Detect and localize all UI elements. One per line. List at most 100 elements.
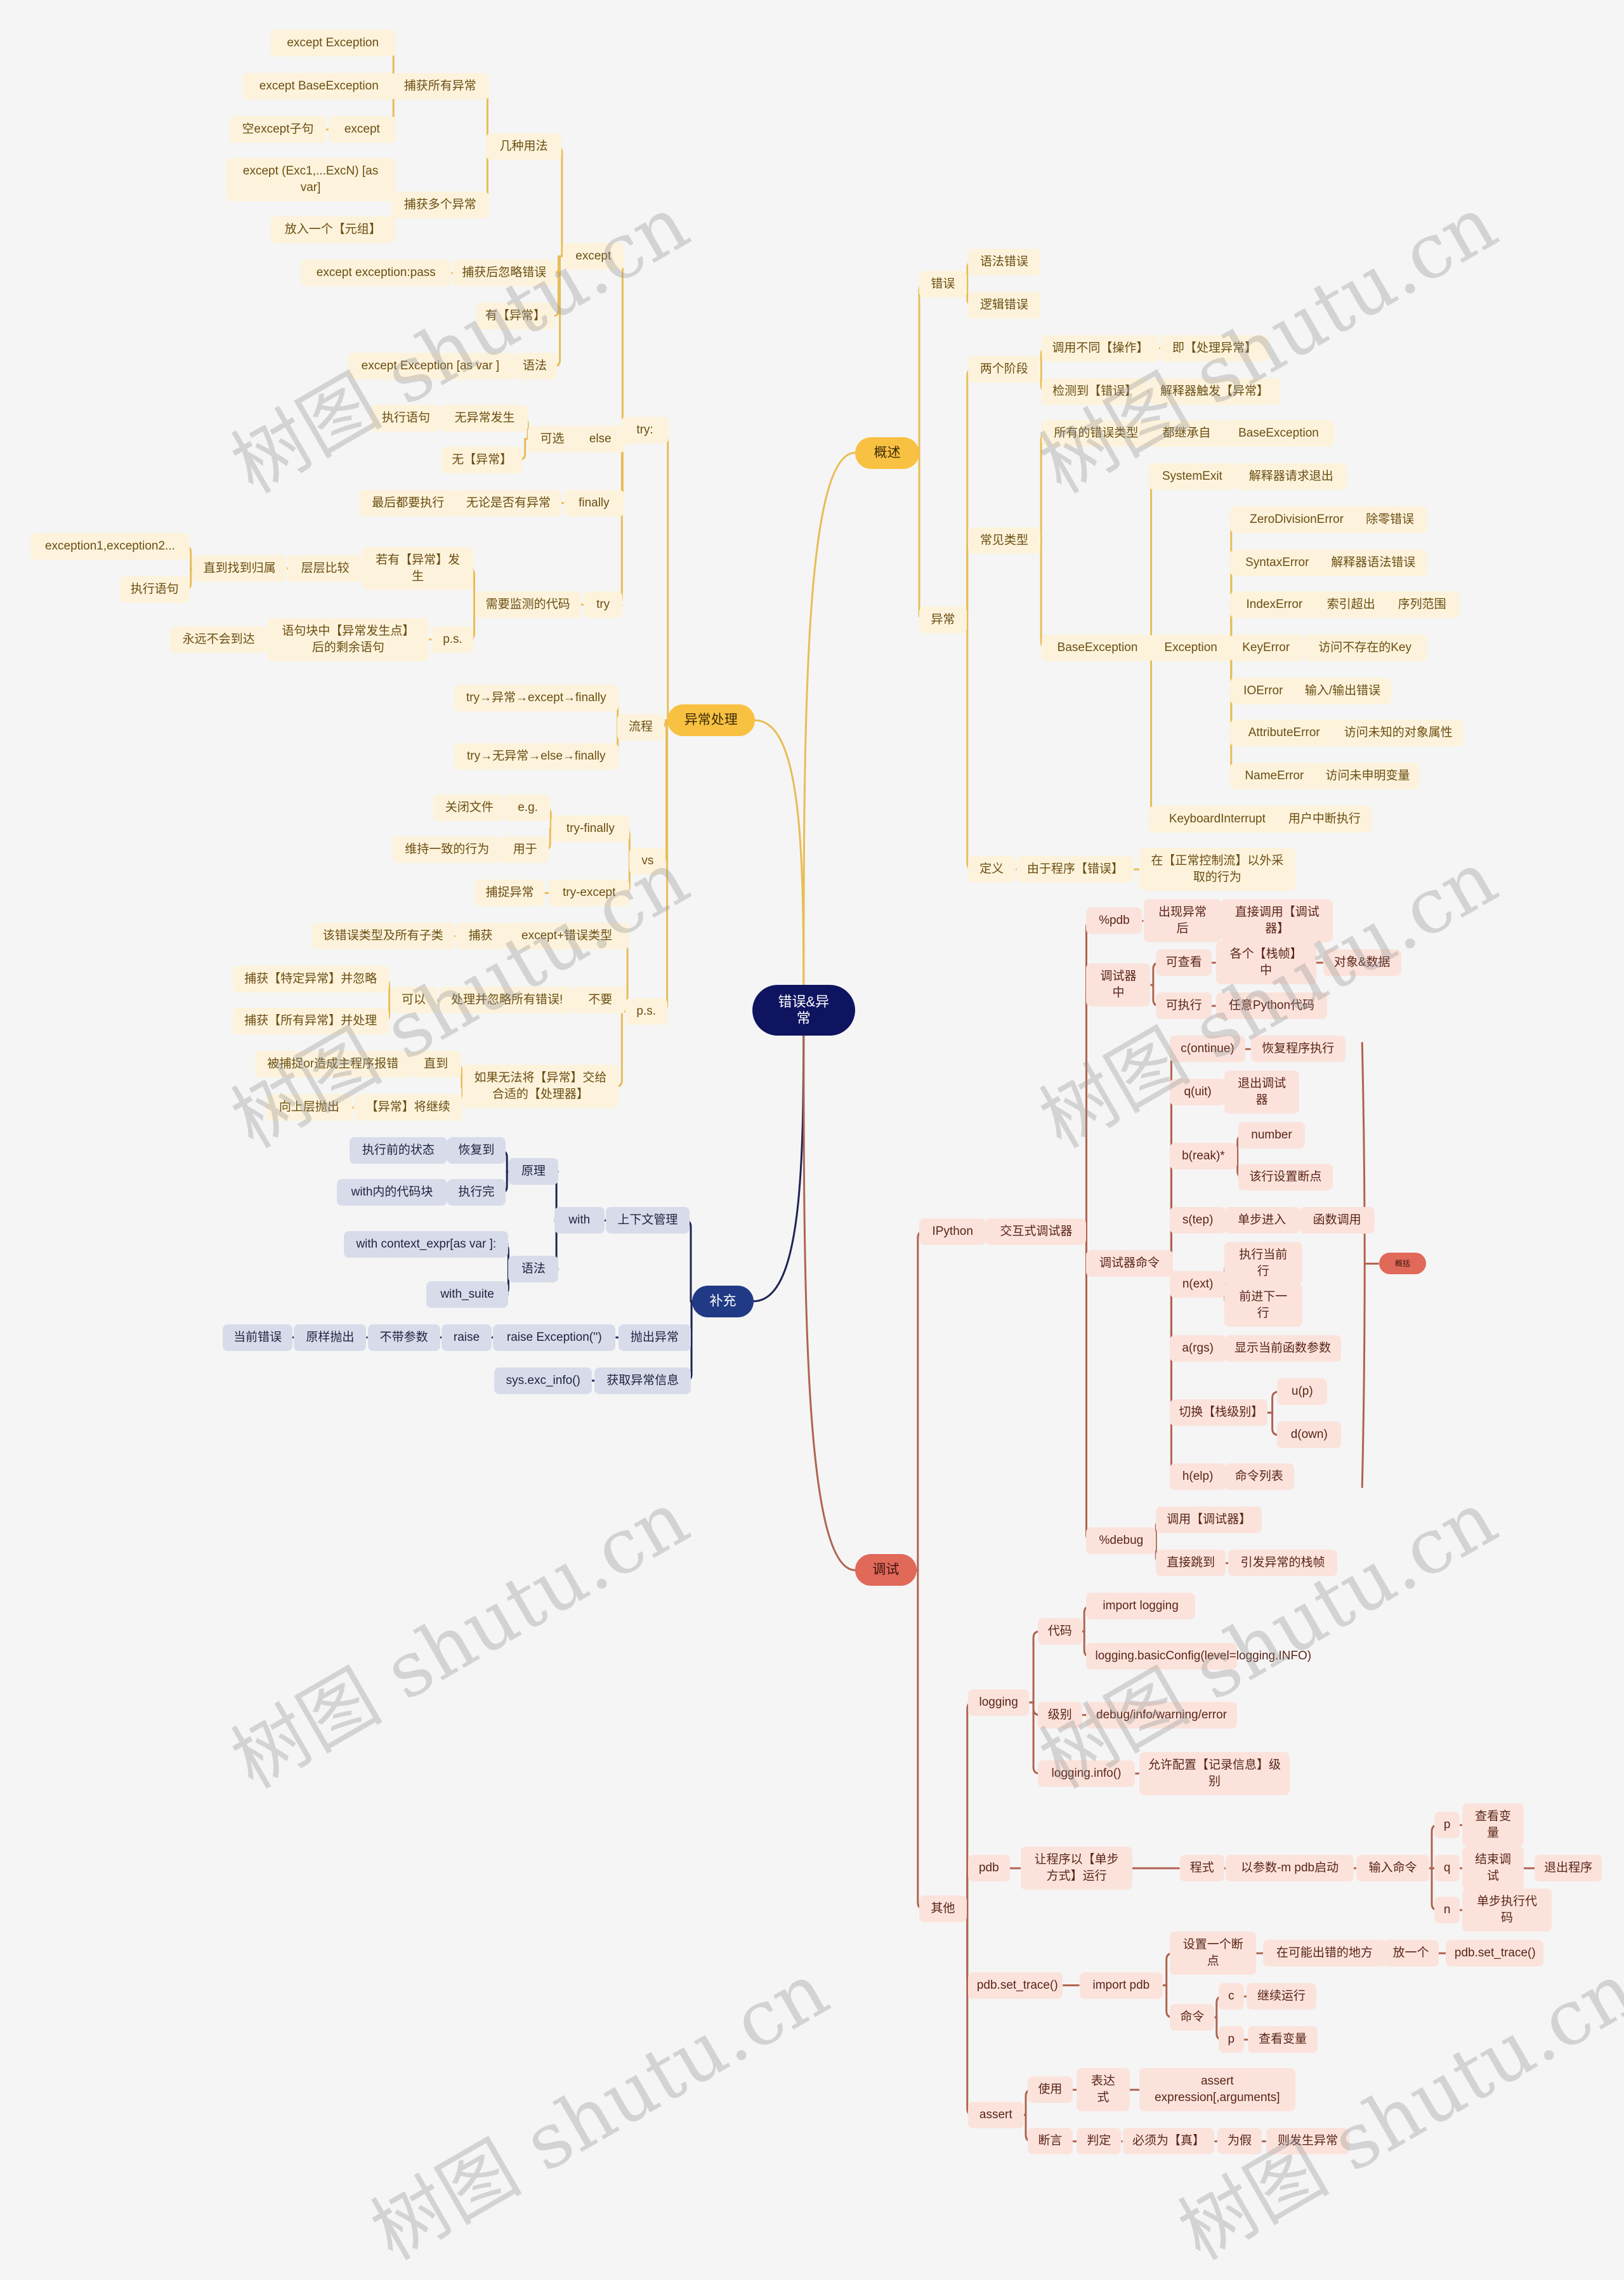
topic-node[interactable]: 引发异常的栈帧 (1228, 1550, 1337, 1577)
topic-node[interactable]: n (1434, 1897, 1460, 1924)
topic-node[interactable]: 除零错误 (1352, 506, 1428, 533)
topic-node[interactable]: 输入/输出错误 (1293, 677, 1392, 704)
topic-node[interactable]: 命令 (1170, 2004, 1215, 2031)
topic-node[interactable]: 调用不同【操作】 (1042, 334, 1159, 362)
topic-node[interactable]: n(ext) (1170, 1271, 1226, 1298)
branch-topic-sup[interactable]: 补充 (692, 1285, 754, 1317)
topic-node[interactable]: 捕获【所有异常】并处理 (232, 1008, 389, 1035)
topic-node[interactable]: except BaseException (242, 73, 396, 100)
topic-node[interactable]: 语法 (512, 353, 558, 380)
topic-node[interactable]: 索引超出 (1313, 591, 1389, 618)
topic-node[interactable]: p (1434, 1812, 1460, 1839)
topic-node[interactable]: sys.exc_info() (494, 1367, 593, 1394)
topic-node[interactable]: 获取异常信息 (594, 1367, 691, 1394)
topic-node[interactable]: 错误 (919, 270, 967, 298)
topic-node[interactable]: 捕获多个异常 (391, 191, 489, 218)
topic-node[interactable]: 为假 (1217, 2128, 1262, 2155)
topic-node[interactable]: %pdb (1086, 907, 1143, 935)
topic-node[interactable]: logging (967, 1689, 1030, 1716)
topic-node[interactable]: 级别 (1037, 1701, 1082, 1729)
topic-node[interactable]: 由于程序【错误】 (1016, 855, 1134, 883)
topic-node[interactable]: a(rgs) (1170, 1335, 1226, 1362)
topic-node[interactable]: raise (441, 1324, 492, 1351)
topic-node[interactable]: except+错误类型 (504, 923, 630, 950)
topic-node[interactable]: 函数调用 (1299, 1207, 1375, 1234)
topic-node[interactable]: except (Exc1,...ExcN) [as var] (225, 158, 396, 202)
topic-node[interactable]: debug/info/warning/error (1086, 1701, 1237, 1729)
topic-node[interactable]: e.g. (505, 794, 551, 822)
topic-node[interactable]: 断言 (1028, 2128, 1073, 2155)
topic-node[interactable]: pdb.set_trace() (1445, 1940, 1543, 1967)
topic-node[interactable]: try (583, 591, 623, 618)
topic-node[interactable]: 最后都要执行 (359, 489, 457, 517)
topic-node[interactable]: 显示当前函数参数 (1224, 1335, 1342, 1362)
topic-node[interactable]: 程式 (1179, 1855, 1224, 1882)
topic-node[interactable]: 需要监测的代码 (475, 591, 581, 618)
topic-node[interactable]: 查看变量 (1462, 1803, 1524, 1847)
topic-node[interactable]: 可选 (528, 425, 577, 452)
topic-node[interactable]: 向上层抛出 (266, 1094, 353, 1121)
topic-node[interactable]: 可以 (390, 987, 438, 1014)
topic-node[interactable]: 直接调用【调试器】 (1221, 899, 1333, 943)
topic-node[interactable]: IOError (1229, 677, 1297, 704)
topic-node[interactable]: 层层比较 (288, 555, 362, 582)
topic-node[interactable]: with (554, 1207, 605, 1234)
topic-node[interactable]: 有【异常】 (476, 303, 554, 330)
topic-node[interactable]: 单步进入 (1224, 1207, 1300, 1234)
topic-node[interactable]: 解释器请求退出 (1235, 463, 1347, 490)
topic-node[interactable]: 恢复程序执行 (1250, 1036, 1346, 1063)
topic-node[interactable]: 让程序以【单步方式】运行 (1021, 1847, 1132, 1890)
topic-node[interactable]: 定义 (967, 855, 1016, 883)
topic-node[interactable]: s(tep) (1170, 1207, 1226, 1234)
topic-node[interactable]: import logging (1086, 1593, 1195, 1620)
topic-node[interactable]: except Exception [as var ] (348, 353, 513, 380)
topic-node[interactable]: 交互式调试器 (986, 1218, 1087, 1245)
root-topic[interactable]: 错误&异常 (752, 984, 856, 1036)
topic-node[interactable]: try→无异常→else→finally (454, 743, 619, 770)
topic-node[interactable]: %debug (1086, 1527, 1156, 1555)
topic-node[interactable]: 永远不会到达 (169, 626, 268, 653)
topic-node[interactable]: 必须为【真】 (1122, 2128, 1215, 2155)
topic-node[interactable]: 捕获 (455, 923, 506, 950)
topic-node[interactable]: 关闭文件 (433, 794, 506, 822)
topic-node[interactable]: 执行语句 (370, 404, 442, 432)
topic-node[interactable]: ZeroDivisionError (1229, 506, 1364, 533)
topic-node[interactable]: 原样抛出 (294, 1324, 367, 1351)
topic-node[interactable]: 放一个 (1383, 1940, 1439, 1967)
topic-node[interactable]: pdb (967, 1855, 1010, 1882)
topic-node[interactable]: 在【正常控制流】以外采取的行为 (1139, 847, 1295, 891)
topic-node[interactable]: 执行前的状态 (350, 1137, 447, 1164)
topic-node[interactable]: d(own) (1277, 1421, 1342, 1449)
topic-node[interactable]: p.s. (625, 998, 667, 1025)
topic-node[interactable]: KeyboardInterrupt (1149, 805, 1286, 833)
topic-node[interactable]: Exception (1149, 634, 1233, 661)
topic-node[interactable]: except (562, 242, 624, 270)
topic-node[interactable]: 调试器中 (1086, 963, 1151, 1007)
topic-node[interactable]: 该行设置断点 (1238, 1164, 1333, 1191)
topic-node[interactable]: IndexError (1229, 591, 1320, 618)
topic-node[interactable]: SystemExit (1149, 463, 1236, 490)
topic-node[interactable]: q (1434, 1855, 1460, 1882)
topic-node[interactable]: 两个阶段 (967, 355, 1041, 383)
topic-node[interactable]: try: (621, 417, 669, 444)
topic-node[interactable]: 切换【栈级别】 (1170, 1399, 1267, 1427)
topic-node[interactable]: 恢复到 (447, 1137, 506, 1164)
topic-node[interactable]: 退出调试器 (1224, 1071, 1300, 1114)
topic-node[interactable]: 直接跳到 (1156, 1550, 1226, 1577)
topic-node[interactable]: 捕获后忽略错误 (452, 260, 556, 287)
topic-node[interactable]: 可查看 (1156, 949, 1212, 977)
topic-node[interactable]: 都继承自 (1149, 419, 1224, 447)
topic-node[interactable]: SyntaxError (1229, 549, 1325, 576)
topic-node[interactable]: 上下文管理 (606, 1207, 690, 1234)
topic-node[interactable]: 流程 (617, 714, 665, 741)
topic-node[interactable]: u(p) (1277, 1378, 1328, 1406)
topic-node[interactable]: try→异常→except→finally (454, 684, 619, 711)
topic-node[interactable]: 直到 (410, 1051, 461, 1078)
topic-node[interactable]: BaseException (1042, 634, 1153, 661)
topic-node[interactable]: 用户中断执行 (1277, 805, 1372, 833)
topic-node[interactable]: 前进下一行 (1224, 1284, 1302, 1328)
topic-node[interactable]: 命令列表 (1224, 1463, 1294, 1491)
topic-node[interactable]: pdb.set_trace() (967, 1972, 1063, 1999)
topic-node[interactable]: assert (967, 2101, 1024, 2128)
topic-node[interactable]: 执行语句 (119, 576, 190, 603)
